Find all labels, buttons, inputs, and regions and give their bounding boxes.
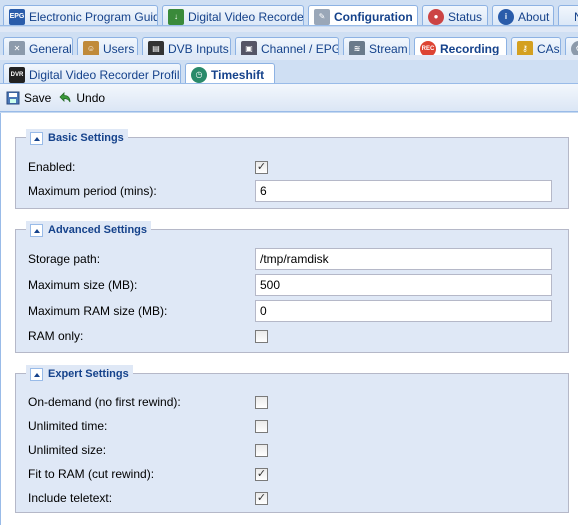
tab-label: Channel / EPG — [261, 41, 339, 56]
ram-only-checkbox[interactable] — [255, 329, 268, 343]
field-label: Fit to RAM (cut rewind): — [28, 467, 155, 481]
field-label: On-demand (no first rewind): — [28, 395, 181, 409]
dvr-profile-icon: DVR — [9, 66, 25, 83]
field-label: Maximum RAM size (MB): — [28, 304, 168, 318]
field-label: Unlimited time: — [28, 419, 108, 433]
enabled-checkbox[interactable]: ✓ — [255, 160, 268, 174]
field-label: Include teletext: — [28, 491, 113, 505]
tab-label: General — [29, 41, 72, 56]
basic-settings-legend: Basic Settings — [26, 129, 128, 147]
max-ram-row: Maximum RAM size (MB): — [28, 299, 552, 323]
field-label: Enabled: — [28, 160, 76, 174]
max-ram-input[interactable] — [255, 300, 552, 322]
tab-label: CAs — [537, 41, 560, 56]
advanced-settings-legend: Advanced Settings — [26, 221, 152, 239]
unlimited-size-row: Unlimited size: — [28, 440, 268, 460]
recording-tab-bar: DVR Digital Video Recorder Profiles ◷ Ti… — [0, 60, 578, 84]
enabled-row: Enabled: ✓ — [28, 157, 268, 177]
main-tab-bar: EPG Electronic Program Guide ↓ Digital V… — [0, 0, 578, 26]
field-label: Storage path: — [28, 252, 101, 266]
ram-only-row: RAM only: — [28, 326, 268, 346]
tab-label: Configuration — [334, 10, 413, 24]
teletext-row: Include teletext: ✓ — [28, 488, 268, 508]
toolbar: Save Undo — [0, 84, 578, 112]
save-icon — [5, 90, 21, 106]
field-label: Maximum period (mins): — [28, 184, 157, 198]
tab-label: Status — [448, 9, 483, 24]
field-label: RAM only: — [28, 329, 84, 343]
epg-icon: EPG — [9, 8, 25, 25]
teletext-checkbox[interactable]: ✓ — [255, 491, 268, 505]
tab-label: N — [564, 10, 578, 24]
tab-label: Recording — [440, 42, 500, 56]
checkmark-icon: ✓ — [256, 160, 267, 173]
expert-settings-legend: Expert Settings — [26, 365, 133, 383]
legend-label: Expert Settings — [48, 368, 129, 380]
basic-settings-fieldset: Basic Settings Enabled: ✓ Maximum period… — [15, 129, 569, 209]
tab-dvr[interactable]: ↓ Digital Video Recorder — [162, 5, 304, 25]
info-icon: i — [498, 8, 514, 25]
collapse-icon[interactable] — [30, 131, 43, 145]
tab-overflow[interactable]: N — [558, 5, 578, 25]
tab-epg[interactable]: EPG Electronic Program Guide — [3, 5, 158, 25]
storage-path-input[interactable] — [255, 248, 552, 270]
max-size-row: Maximum size (MB): — [28, 273, 552, 297]
storage-path-row: Storage path: — [28, 247, 552, 271]
advanced-settings-fieldset: Advanced Settings Storage path: Maximum … — [15, 221, 569, 353]
on-demand-row: On-demand (no first rewind): — [28, 392, 268, 412]
save-label: Save — [24, 90, 52, 105]
tab-timeshift[interactable]: ◷ Timeshift — [185, 63, 275, 83]
tab-about[interactable]: i About — [492, 5, 554, 25]
fit-ram-checkbox[interactable]: ✓ — [255, 467, 268, 481]
tab-label: Timeshift — [211, 68, 265, 82]
field-label: Unlimited size: — [28, 443, 107, 457]
tab-label: Electronic Program Guide — [29, 9, 158, 24]
form-panel: Basic Settings Enabled: ✓ Maximum period… — [0, 113, 578, 525]
undo-icon — [57, 90, 73, 106]
unlimited-time-row: Unlimited time: — [28, 416, 268, 436]
collapse-icon[interactable] — [30, 367, 43, 381]
tab-label: About — [518, 9, 550, 24]
max-period-input[interactable] — [255, 180, 552, 202]
tab-label: Digital Video Recorder Profiles — [29, 67, 181, 82]
save-button[interactable]: Save — [5, 90, 51, 106]
download-icon: ↓ — [168, 8, 184, 25]
wrench-icon: ✎ — [314, 9, 330, 25]
tab-configuration[interactable]: ✎ Configuration — [308, 5, 418, 25]
tab-label: Users — [103, 41, 135, 56]
fit-ram-row: Fit to RAM (cut rewind): ✓ — [28, 464, 268, 484]
legend-label: Basic Settings — [48, 132, 124, 144]
on-demand-checkbox[interactable] — [255, 395, 268, 409]
tab-label: DVB Inputs — [168, 41, 229, 56]
timeshift-icon: ◷ — [191, 67, 207, 83]
max-size-input[interactable] — [255, 274, 552, 296]
checkmark-icon: ✓ — [256, 467, 267, 480]
expert-settings-fieldset: Expert Settings On-demand (no first rewi… — [15, 365, 569, 513]
eye-icon: ● — [428, 8, 444, 25]
collapse-icon[interactable] — [30, 223, 43, 237]
tab-label: Stream — [369, 41, 408, 56]
tab-label: Digital Video Recorder — [188, 9, 304, 24]
tab-status[interactable]: ● Status — [422, 5, 488, 25]
legend-label: Advanced Settings — [48, 224, 148, 236]
max-period-row: Maximum period (mins): — [28, 179, 552, 203]
undo-label: Undo — [76, 90, 106, 105]
unlimited-time-checkbox[interactable] — [255, 419, 268, 433]
checkmark-icon: ✓ — [256, 491, 267, 504]
tab-dvr-profiles[interactable]: DVR Digital Video Recorder Profiles — [3, 63, 181, 83]
field-label: Maximum size (MB): — [28, 278, 138, 292]
unlimited-size-checkbox[interactable] — [255, 443, 268, 457]
undo-button[interactable]: Undo — [57, 90, 105, 106]
